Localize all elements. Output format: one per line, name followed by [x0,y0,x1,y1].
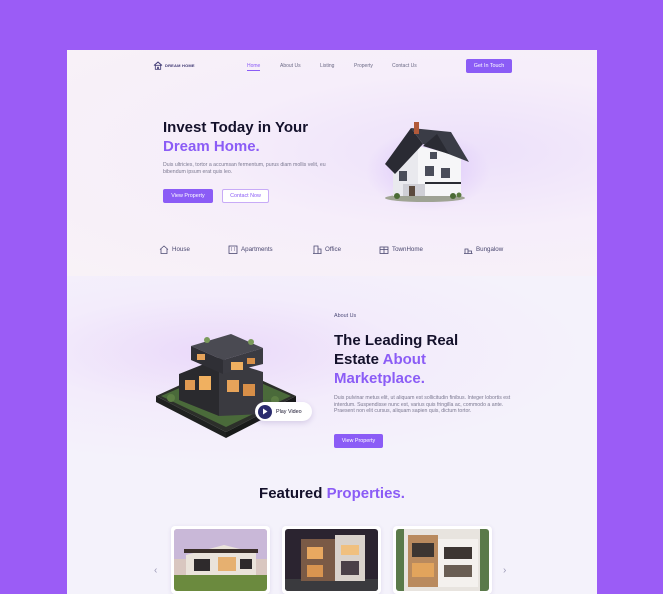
about-title: The Leading Real Estate About Marketplac… [334,331,534,388]
house-logo-icon [153,61,163,70]
bungalow-icon [464,248,473,254]
hero-section: DREAM HOME Home About Us Listing Propert… [67,50,597,276]
contact-now-button[interactable]: Contact Now [222,189,269,203]
view-property-button[interactable]: View Property [163,189,213,203]
house-icon [159,245,169,254]
about-description: Duis pulvinar metus elit, ut aliquam est… [334,395,511,415]
logo[interactable]: DREAM HOME [153,61,195,70]
about-title-line2: Estate [334,351,383,368]
play-video-button[interactable]: Play Video [255,402,312,421]
about-house-image [156,334,296,438]
about-title-line1: The Leading Real [334,332,459,349]
hero-description: Duis ultricies, tortor a accumsan fermen… [163,162,326,175]
get-in-touch-button[interactable]: Get In Touch [466,59,512,73]
carousel-prev-arrow[interactable]: ‹ [154,565,157,576]
nav-home[interactable]: Home [247,63,261,71]
property-card[interactable] [393,526,492,594]
about-title-accent3: Marketplace. [334,370,425,387]
nav-about-us[interactable]: About Us [280,63,301,69]
property-card[interactable] [171,526,270,594]
hero-title-line2: Dream Home. [163,138,260,155]
apartments-icon [228,245,238,254]
nav-property[interactable]: Property [354,63,373,69]
nav-contact-us[interactable]: Contact Us [392,63,417,69]
carousel-next-arrow[interactable]: › [503,565,506,576]
about-view-property-button[interactable]: View Property [334,434,383,448]
featured-title-accent: Properties. [326,485,405,502]
category-label: Office [325,246,342,253]
category-bar: House Apartments Office TownHome Bungalo… [67,245,597,259]
nav-listing[interactable]: Listing [320,63,334,69]
play-video-label: Play Video [276,408,302,415]
category-label: Bungalow [476,246,504,253]
landing-page: DREAM HOME Home About Us Listing Propert… [67,50,597,594]
townhome-icon [379,246,389,254]
about-title-accent2: About [382,351,426,368]
property-card[interactable] [282,526,381,594]
category-bungalow[interactable]: Bungalow [463,245,503,254]
featured-title-text: Featured [259,485,327,502]
about-kicker: About Us [334,313,357,319]
property-image [285,529,378,591]
category-office[interactable]: Office [312,245,341,254]
category-label: House [172,246,190,253]
category-house[interactable]: House [159,245,190,254]
office-icon [313,245,322,254]
featured-section: Featured Properties. ‹ › [67,466,597,594]
hero-title-line1: Invest Today in Your [163,119,309,136]
logo-text: DREAM HOME [165,63,195,68]
play-icon [258,404,272,419]
category-label: Apartments [241,246,273,253]
about-section: Play Video About Us The Leading Real Est… [67,276,597,466]
hero-house-image [366,122,490,211]
category-townhome[interactable]: TownHome [379,245,423,254]
category-apartments[interactable]: Apartments [228,245,273,254]
category-label: TownHome [392,246,423,253]
featured-title: Featured Properties. [67,485,597,502]
hero-title: Invest Today in Your Dream Home. [163,118,308,156]
property-image [174,529,267,591]
property-image [396,529,489,591]
